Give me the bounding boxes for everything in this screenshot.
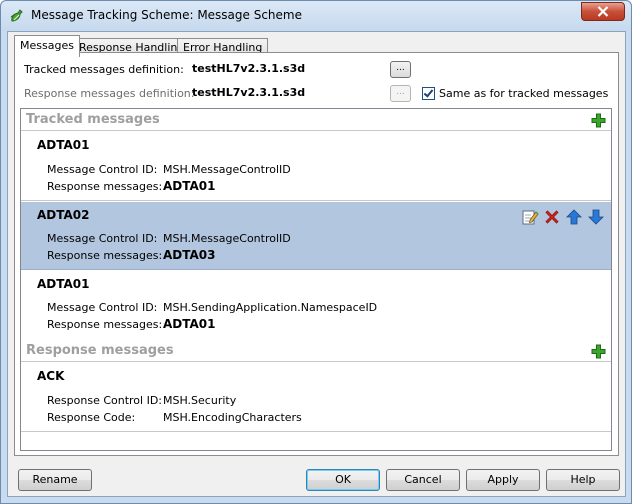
control-id-value: MSH.SendingApplication.NamespaceID xyxy=(163,301,378,314)
tracked-message-item-selected[interactable]: ADTA02 Message Control ID: MSH.MessageCo… xyxy=(21,202,611,270)
message-name: ADTA01 xyxy=(37,138,90,152)
help-button[interactable]: Help xyxy=(546,469,620,491)
response-message-item[interactable]: ACK Response Control ID: MSH.Security Re… xyxy=(21,363,611,432)
message-name: ADTA02 xyxy=(37,208,90,222)
row-action-icons xyxy=(521,208,605,226)
close-button[interactable] xyxy=(581,2,625,21)
tracked-messages-header: Tracked messages xyxy=(21,109,611,131)
tracked-message-item[interactable]: ADTA01 Message Control ID: MSH.SendingAp… xyxy=(21,271,611,339)
same-as-tracked-checkbox[interactable] xyxy=(422,87,435,100)
response-messages-value: ADTA03 xyxy=(163,248,216,262)
red-x-delete-icon[interactable] xyxy=(543,208,561,226)
window-title: Message Tracking Scheme: Message Scheme xyxy=(31,8,302,22)
response-messages-value: ADTA01 xyxy=(163,179,216,193)
message-list[interactable]: Tracked messages ADTA01 Message Control … xyxy=(20,108,612,451)
dialog-window: Message Tracking Scheme: Message Scheme … xyxy=(0,0,632,504)
response-code-label: Response Code: xyxy=(47,411,136,424)
blue-down-arrow-icon[interactable] xyxy=(587,208,605,226)
apply-button[interactable]: Apply xyxy=(466,469,540,491)
response-messages-label: Response messages: xyxy=(47,318,163,331)
response-messages-title: Response messages xyxy=(26,343,174,358)
message-name: ADTA01 xyxy=(37,277,90,291)
green-plus-icon[interactable] xyxy=(591,344,606,359)
response-definition-value: testHL7v2.3.1.s3d xyxy=(192,86,306,99)
control-id-value: MSH.MessageControlID xyxy=(163,232,291,245)
close-icon xyxy=(597,6,609,17)
tracked-definition-value: testHL7v2.3.1.s3d xyxy=(192,62,306,75)
edit-icon[interactable] xyxy=(521,208,539,226)
cancel-button[interactable]: Cancel xyxy=(386,469,460,491)
tracked-browse-button[interactable]: ... xyxy=(390,61,411,78)
control-id-value: MSH.MessageControlID xyxy=(163,163,291,176)
response-browse-button[interactable]: ... xyxy=(390,85,411,102)
control-id-label: Message Control ID: xyxy=(47,163,158,176)
scheme-app-icon xyxy=(10,9,23,22)
response-messages-header: Response messages xyxy=(21,340,611,362)
checkmark-icon xyxy=(423,87,434,98)
tab-messages[interactable]: Messages xyxy=(14,35,80,57)
response-control-id-value: MSH.Security xyxy=(163,394,237,407)
control-id-label: Message Control ID: xyxy=(47,301,158,314)
green-plus-icon[interactable] xyxy=(591,113,606,128)
message-name: ACK xyxy=(37,369,65,383)
response-code-value: MSH.EncodingCharacters xyxy=(163,411,302,424)
tracked-message-item[interactable]: ADTA01 Message Control ID: MSH.MessageCo… xyxy=(21,132,611,201)
tracked-definition-label: Tracked messages definition: xyxy=(24,63,184,76)
title-bar[interactable]: Message Tracking Scheme: Message Scheme xyxy=(1,1,631,31)
blue-up-arrow-icon[interactable] xyxy=(565,208,583,226)
response-definition-label: Response messages definition: xyxy=(24,87,195,100)
dialog-client-area: Messages Response Handling Error Handlin… xyxy=(7,31,626,497)
response-control-id-label: Response Control ID: xyxy=(47,394,163,407)
control-id-label: Message Control ID: xyxy=(47,232,158,245)
response-messages-label: Response messages: xyxy=(47,249,163,262)
tracked-messages-title: Tracked messages xyxy=(26,112,160,127)
response-messages-value: ADTA01 xyxy=(163,317,216,331)
rename-button[interactable]: Rename xyxy=(18,469,92,491)
ok-button[interactable]: OK xyxy=(306,469,380,491)
same-as-tracked-label: Same as for tracked messages xyxy=(439,87,609,100)
response-messages-label: Response messages: xyxy=(47,180,163,193)
